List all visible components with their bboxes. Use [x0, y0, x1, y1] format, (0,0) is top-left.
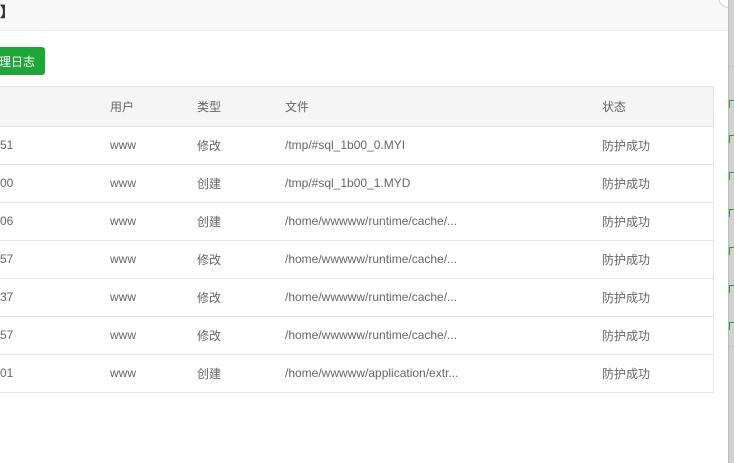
log-table: 用户 类型 文件 状态 51 www 修改 /tmp/#sql_1b00_0.M…: [0, 86, 714, 393]
cell-user: www: [110, 126, 197, 165]
strip-check-mark: [729, 247, 734, 255]
table-row: 37 www 修改 /home/wwwww/runtime/cache/... …: [0, 278, 713, 317]
cell-status: 防护成功: [602, 278, 713, 317]
cell-time: 57: [0, 240, 110, 279]
strip-check-mark: [729, 285, 734, 293]
cell-user: www: [110, 316, 197, 355]
cell-type: 创建: [197, 164, 285, 203]
column-header-user: 用户: [110, 87, 197, 127]
column-header-type: 类型: [197, 87, 285, 127]
strip-divider: [729, 346, 734, 347]
table-row: 57 www 修改 /home/wwwww/runtime/cache/... …: [0, 316, 713, 355]
cell-status: 防护成功: [602, 164, 713, 203]
background-page-strip: [728, 0, 734, 463]
cell-status: 防护成功: [602, 366, 651, 381]
table-header-row: 用户 类型 文件 状态: [0, 87, 713, 127]
column-header-status: 状态: [602, 87, 713, 127]
strip-divider: [729, 66, 734, 67]
cell-file[interactable]: /tmp/#sql_1b00_1.MYD: [285, 164, 602, 203]
cell-file[interactable]: /home/wwwww/runtime/cache/...: [285, 202, 602, 241]
cell-time: 01: [0, 366, 14, 381]
dialog-title: 】: [0, 4, 14, 20]
table-row: 57 www 修改 /home/wwwww/runtime/cache/... …: [0, 240, 713, 279]
cell-file[interactable]: /home/wwwww/runtime/cache/...: [285, 316, 602, 355]
cell-status: 防护成功: [602, 316, 713, 355]
dialog-header: 】: [0, 0, 728, 31]
strip-check-mark: [729, 322, 734, 330]
cell-time: 00: [0, 164, 110, 203]
table-row: 00 www 创建 /tmp/#sql_1b00_1.MYD 防护成功: [0, 164, 713, 203]
strip-check-mark: [729, 100, 734, 108]
cell-status: 防护成功: [602, 126, 713, 165]
table-row: 51 www 修改 /tmp/#sql_1b00_0.MYI 防护成功: [0, 126, 713, 165]
cell-type: 创建: [197, 366, 222, 381]
cell-user: www: [110, 278, 197, 317]
table-row: 01 www 创建 /home/wwwww/application/extr..…: [0, 354, 713, 392]
cell-file[interactable]: /home/wwwww/application/extr...: [285, 354, 602, 392]
column-header-file: 文件: [285, 87, 602, 127]
strip-check-mark: [729, 135, 734, 143]
cell-user: www: [110, 164, 197, 203]
cell-file[interactable]: /tmp/#sql_1b00_0.MYI: [285, 126, 602, 165]
cell-user: www: [110, 366, 136, 381]
cell-status: 防护成功: [602, 240, 713, 279]
strip-check-mark: [729, 209, 734, 217]
cell-time: 37: [0, 278, 110, 317]
cell-file[interactable]: /home/wwwww/runtime/cache/...: [285, 278, 602, 317]
cell-time: 57: [0, 316, 110, 355]
log-button[interactable]: 理日志: [0, 47, 45, 75]
cell-time: 06: [0, 202, 110, 241]
strip-check-mark: [729, 172, 734, 180]
cell-type: 修改: [197, 240, 285, 279]
cell-type: 修改: [197, 278, 285, 317]
column-header-time: [0, 87, 110, 127]
cell-time: 51: [0, 126, 110, 165]
cell-type: 创建: [197, 202, 285, 241]
cell-file[interactable]: /home/wwwww/runtime/cache/...: [285, 240, 602, 279]
cell-user: www: [110, 240, 197, 279]
cell-status: 防护成功: [602, 202, 713, 241]
cell-type: 修改: [197, 126, 285, 165]
cell-user: www: [110, 202, 197, 241]
cell-type: 修改: [197, 316, 285, 355]
table-row: 06 www 创建 /home/wwwww/runtime/cache/... …: [0, 202, 713, 241]
